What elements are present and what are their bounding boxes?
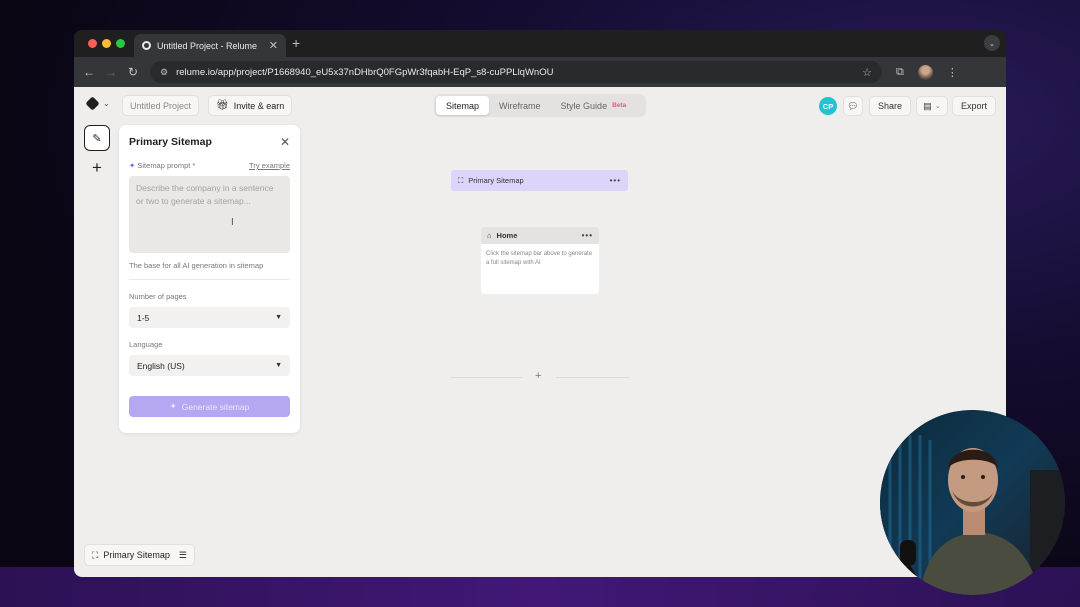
divider <box>129 279 290 280</box>
gift-icon: 🎁︎ <box>216 100 229 111</box>
chevron-down-icon: ▼ <box>275 362 282 369</box>
comment-icon: 💬︎ <box>847 100 859 111</box>
home-page-card[interactable]: ⌂ Home ••• Click the sitemap bar above t… <box>481 227 599 294</box>
relume-logo-icon <box>85 96 100 111</box>
sparkle-icon: ✦ <box>169 401 177 411</box>
extensions-icon[interactable]: ⧉ <box>896 66 904 79</box>
panel-title: Primary Sitemap <box>129 136 212 148</box>
user-avatar[interactable]: CP <box>819 97 837 115</box>
more-options-icon[interactable]: ••• <box>582 231 593 240</box>
url-text: relume.io/app/project/P1668940_eU5x37nDH… <box>176 66 554 78</box>
chevron-down-icon: ▼ <box>275 314 282 321</box>
relume-app: ⌄ Untitled Project 🎁︎ Invite & earn Site… <box>74 87 1006 577</box>
browser-toolbar: ← → ↻ ⚙ relume.io/app/project/P1668940_e… <box>74 57 1006 87</box>
sitemap-switcher[interactable]: ⛶ Primary Sitemap ☰ <box>84 544 195 566</box>
sitemap-bar-label: Primary Sitemap <box>468 176 524 185</box>
prompt-placeholder: Describe the company in a sentence or tw… <box>136 183 274 206</box>
magic-wand-icon: ✎ <box>92 132 102 145</box>
beta-badge: Beta <box>612 102 627 109</box>
prompt-label-group: ✦ Sitemap prompt * <box>129 161 195 170</box>
back-icon[interactable]: ← <box>78 65 100 79</box>
browser-window: Untitled Project - Relume ✕ + ⌄ ← → ↻ ⚙ … <box>74 30 1006 577</box>
docs-menu-button[interactable]: ▤ ⌄ <box>916 96 948 116</box>
address-bar[interactable]: ⚙ relume.io/app/project/P1668940_eU5x37n… <box>150 61 882 83</box>
tab-wireframe-label: Wireframe <box>499 100 541 111</box>
tab-sitemap[interactable]: Sitemap <box>436 96 490 115</box>
export-button[interactable]: Export <box>952 96 996 116</box>
close-icon[interactable]: ✕ <box>280 135 290 149</box>
tab-style-guide-label: Style Guide <box>560 100 608 111</box>
reload-icon[interactable]: ↻ <box>122 65 144 79</box>
close-tab-icon[interactable]: ✕ <box>269 39 278 52</box>
sparkle-icon: ✦ <box>129 161 136 170</box>
pages-value: 1-5 <box>137 312 150 323</box>
tab-sitemap-label: Sitemap <box>446 100 480 111</box>
canvas-divider-left <box>451 377 523 378</box>
sitemap-prompt-input[interactable]: Describe the company in a sentence or tw… <box>129 176 290 253</box>
logo-menu-button[interactable]: ⌄ <box>85 96 110 111</box>
generate-sitemap-button[interactable]: ✦ Generate sitemap <box>129 396 290 417</box>
app-topbar: ⌄ Untitled Project 🎁︎ Invite & earn Site… <box>74 87 1006 125</box>
forward-icon[interactable]: → <box>100 65 122 79</box>
close-window-button[interactable] <box>88 39 97 48</box>
new-tab-icon[interactable]: + <box>292 35 300 51</box>
plus-icon: + <box>92 158 102 177</box>
minimize-window-button[interactable] <box>102 39 111 48</box>
prompt-label: Sitemap prompt * <box>137 161 196 170</box>
presenter-video <box>880 410 1065 595</box>
menu-icon[interactable]: ☰ <box>179 550 187 561</box>
comments-button[interactable]: 💬︎ <box>843 96 863 116</box>
sitemap-bar[interactable]: ⛶ Primary Sitemap ••• <box>451 170 628 191</box>
home-card-body: Click the sitemap bar above to generate … <box>481 244 599 294</box>
language-value: English (US) <box>137 360 185 371</box>
sitemap-panel: Primary Sitemap ✕ ✦ Sitemap prompt * Try… <box>119 125 300 433</box>
sitemap-tree-icon: ⛶ <box>92 549 99 560</box>
tab-strip: Untitled Project - Relume ✕ + ⌄ <box>74 30 1006 57</box>
home-label: Home <box>496 231 518 240</box>
text-cursor-icon: I <box>231 217 234 228</box>
tab-search-icon[interactable]: ⌄ <box>984 35 1000 51</box>
webcam-overlay <box>880 410 1065 595</box>
try-example-link[interactable]: Try example <box>249 161 290 170</box>
sitemap-tree-icon: ⛶ <box>458 175 464 185</box>
sitemap-chip-label: Primary Sitemap <box>103 550 170 560</box>
pages-label: Number of pages <box>129 292 187 301</box>
tab-style-guide[interactable]: Style Guide Beta <box>551 96 637 115</box>
tab-wireframe[interactable]: Wireframe <box>489 96 551 115</box>
ai-generate-tool-button[interactable]: ✎ <box>84 125 110 151</box>
invite-button[interactable]: 🎁︎ Invite & earn <box>208 95 293 116</box>
chevron-down-icon: ⌄ <box>934 103 941 110</box>
more-options-icon[interactable]: ••• <box>610 176 621 185</box>
add-section-icon[interactable]: + <box>535 370 541 382</box>
browser-tab[interactable]: Untitled Project - Relume ✕ <box>134 34 286 57</box>
chevron-down-icon: ⌄ <box>103 99 110 108</box>
view-switcher: Sitemap Wireframe Style Guide Beta <box>434 94 646 117</box>
tab-title: Untitled Project - Relume <box>157 40 258 51</box>
maximize-window-button[interactable] <box>116 39 125 48</box>
prompt-hint: The base for all AI generation in sitema… <box>129 261 264 270</box>
language-select[interactable]: English (US) ▼ <box>129 355 290 376</box>
profile-avatar[interactable] <box>917 64 933 80</box>
browser-menu-icon[interactable]: ⋮ <box>947 66 958 79</box>
relume-favicon-icon <box>142 41 151 50</box>
pages-select[interactable]: 1-5 ▼ <box>129 307 290 328</box>
invite-label: Invite & earn <box>233 100 285 111</box>
canvas-divider-right <box>556 377 630 378</box>
home-icon: ⌂ <box>487 231 492 240</box>
add-button[interactable]: + <box>84 155 110 181</box>
language-label: Language <box>129 340 163 349</box>
site-settings-icon[interactable]: ⚙ <box>160 67 168 78</box>
document-icon: ▤ <box>923 100 932 111</box>
share-button[interactable]: Share <box>869 96 911 116</box>
generate-label: Generate sitemap <box>181 401 250 412</box>
project-name-field[interactable]: Untitled Project <box>122 95 200 116</box>
bookmark-star-icon[interactable]: ☆ <box>862 66 872 79</box>
